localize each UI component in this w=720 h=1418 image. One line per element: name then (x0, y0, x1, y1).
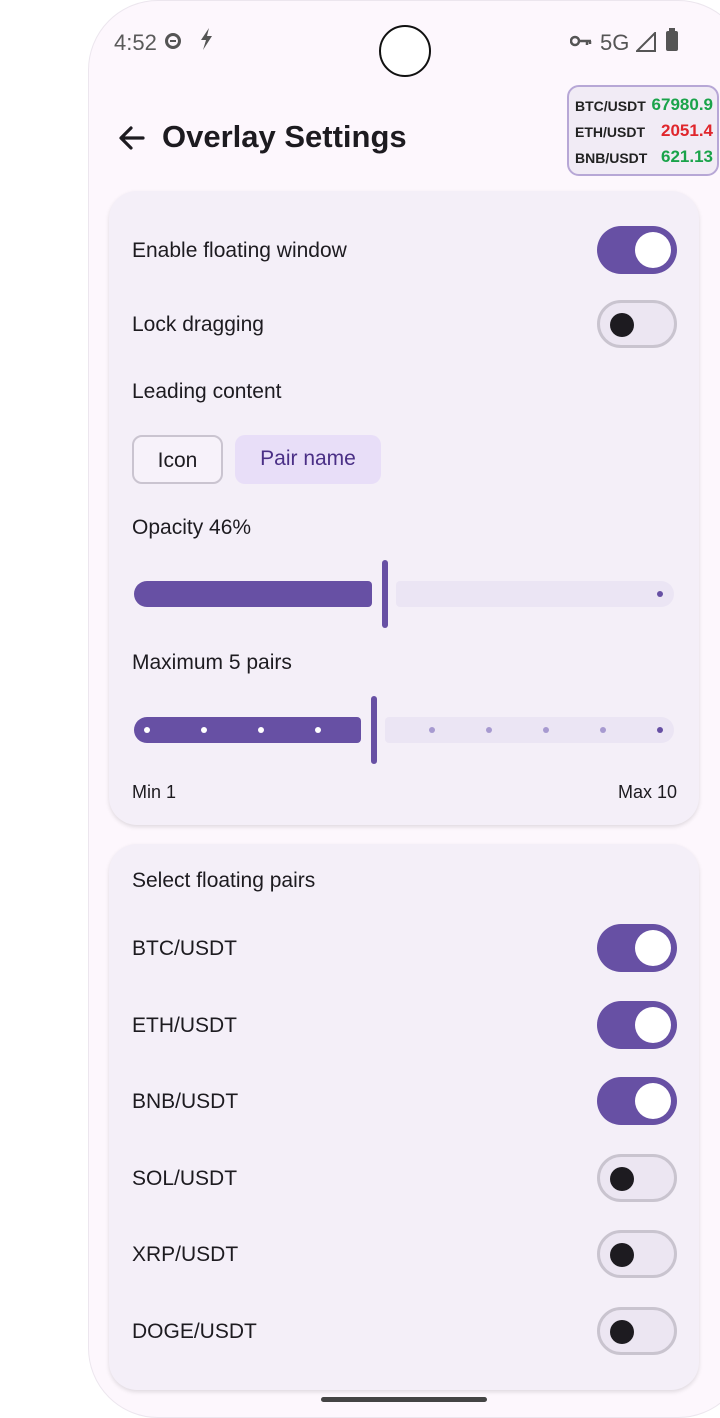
slider-tick (657, 727, 663, 733)
slider-tick (144, 727, 150, 733)
slider-tick (258, 727, 264, 733)
slider-tick (600, 727, 606, 733)
network-type: 5G (600, 30, 630, 55)
pair-label: SOL/USDT (132, 1167, 238, 1190)
overlay-row: BTC/USDT 67980.9 (575, 95, 713, 121)
switch-knob (635, 930, 671, 966)
status-time: 4:52 (114, 30, 157, 55)
max-pairs-label: Maximum 5 pairs (132, 651, 292, 674)
enable-floating-window-label: Enable floating window (132, 239, 347, 262)
overlay-row: BNB/USDT 621.13 (575, 147, 713, 173)
pair-switch-btc[interactable] (597, 924, 677, 972)
overlay-price: 621.13 (661, 147, 713, 166)
pair-switch-xrp[interactable] (597, 1230, 677, 1278)
pair-switch-sol[interactable] (597, 1154, 677, 1202)
max-pairs-slider-active-track (134, 717, 361, 743)
switch-knob (610, 313, 634, 337)
enable-floating-window-switch[interactable] (597, 226, 677, 274)
overlay-price: 2051.4 (661, 121, 713, 140)
switch-knob (610, 1320, 634, 1344)
opacity-label: Opacity 46% (132, 516, 252, 539)
signal-icon (634, 30, 656, 58)
pair-label: XRP/USDT (132, 1243, 239, 1266)
battery-icon (666, 28, 678, 51)
overlay-pair: ETH/USDT (575, 124, 645, 140)
opacity-slider-active-track (134, 581, 372, 607)
slider-tick (315, 727, 321, 733)
chip-pair-name-option[interactable]: Pair name (235, 435, 381, 484)
switch-knob (635, 232, 671, 268)
switch-knob (610, 1167, 634, 1191)
pair-switch-eth[interactable] (597, 1001, 677, 1049)
floating-pairs-card: Select floating pairs BTC/USDT ETH/USDT … (109, 844, 699, 1390)
slider-tick (429, 727, 435, 733)
vpn-key-icon (569, 31, 592, 54)
bolt-icon (197, 27, 215, 58)
section-title: Select floating pairs (132, 869, 316, 892)
arrow-back-icon[interactable] (115, 121, 149, 155)
opacity-slider-thumb[interactable] (382, 560, 388, 628)
slider-tick (543, 727, 549, 733)
pair-label: BNB/USDT (132, 1090, 239, 1113)
slider-tick (486, 727, 492, 733)
max-pairs-limit-label: Max 10 (617, 782, 677, 802)
overlay-row: ETH/USDT 2051.4 (575, 121, 713, 147)
max-pairs-slider-thumb[interactable] (371, 696, 377, 764)
overlay-price: 67980.9 (651, 95, 713, 114)
switch-knob (635, 1083, 671, 1119)
phone-frame: 4:52 5G Overlay Settings BTC/USDT 67980.… (88, 0, 720, 1418)
min-pairs-label: Min 1 (132, 782, 177, 802)
overlay-settings-card: Enable floating window Lock dragging Lea… (109, 191, 699, 825)
do-not-disturb-icon (165, 33, 181, 49)
switch-knob (635, 1007, 671, 1043)
overlay-pair: BNB/USDT (575, 150, 648, 166)
gesture-navigation-bar[interactable] (321, 1397, 487, 1402)
camera-cutout (379, 25, 431, 77)
pair-label: BTC/USDT (132, 937, 237, 960)
chip-icon-option[interactable]: Icon (132, 435, 223, 484)
overlay-pair: BTC/USDT (575, 98, 646, 114)
slider-stop-indicator (657, 591, 663, 597)
page-title: Overlay Settings (162, 119, 407, 154)
slider-tick (201, 727, 207, 733)
pair-switch-doge[interactable] (597, 1307, 677, 1355)
opacity-slider-inactive-track (396, 581, 674, 607)
leading-content-label: Leading content (132, 380, 282, 403)
pair-label: ETH/USDT (132, 1014, 237, 1037)
switch-knob (610, 1243, 634, 1267)
lock-dragging-switch[interactable] (597, 300, 677, 348)
lock-dragging-label: Lock dragging (132, 313, 264, 336)
pair-label: DOGE/USDT (132, 1320, 257, 1343)
floating-price-overlay[interactable]: BTC/USDT 67980.9 ETH/USDT 2051.4 BNB/USD… (567, 85, 719, 176)
pair-switch-bnb[interactable] (597, 1077, 677, 1125)
